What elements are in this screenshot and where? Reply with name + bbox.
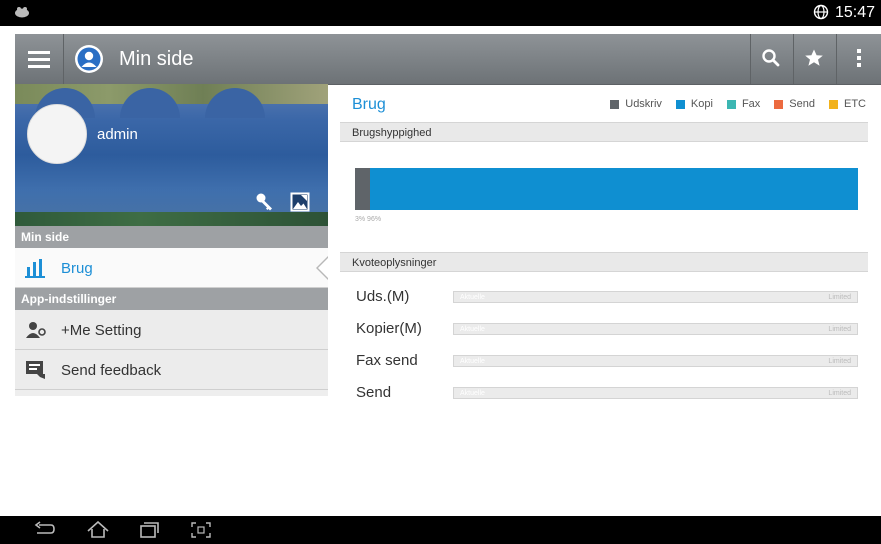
profile-photo[interactable]	[27, 104, 87, 164]
profile-banner: admin	[15, 84, 328, 226]
home-icon[interactable]	[87, 520, 109, 539]
legend-label: ETC	[844, 98, 866, 110]
status-time: 15:47	[834, 4, 875, 21]
legend-swatch	[610, 99, 620, 109]
quota-label: Fax send	[356, 352, 418, 369]
quota-current-label: Aktuelle	[460, 358, 485, 365]
active-indicator	[318, 257, 329, 279]
search-button[interactable]	[750, 34, 791, 84]
quota-row-fax-send: Fax send Aktuelle Limited	[340, 350, 868, 374]
usage-title: Brug	[352, 96, 386, 113]
quota-limit-label: Limited	[828, 294, 851, 301]
quota-bar: Aktuelle Limited	[453, 355, 858, 367]
favorite-button[interactable]	[793, 34, 834, 84]
usage-bar-segment-kopi	[370, 168, 858, 210]
legend-swatch	[675, 99, 685, 109]
quota-bar: Aktuelle Limited	[453, 323, 858, 335]
quota-current-label: Aktuelle	[460, 390, 485, 397]
quota-limit-label: Limited	[828, 326, 851, 333]
star-icon	[805, 49, 823, 66]
quota-label: Uds.(M)	[356, 288, 410, 305]
legend-swatch	[774, 99, 784, 109]
status-bar: 15:47	[0, 0, 881, 26]
quota-row-kopier: Kopier(M) Aktuelle Limited	[340, 318, 868, 342]
sidebar-item-label: Send feedback	[61, 362, 162, 379]
legend-label: Udskriv	[625, 98, 662, 110]
app-bar: Min side	[15, 34, 881, 85]
quota-limit-label: Limited	[828, 390, 851, 397]
bar-chart-icon	[25, 258, 47, 278]
more-vert-icon	[857, 49, 861, 67]
section-header-min-side: Min side	[15, 226, 328, 248]
legend-label: Send	[789, 98, 815, 110]
globe-icon	[813, 4, 829, 25]
sidebar-item-send-feedback[interactable]: Send feedback	[15, 350, 328, 390]
legend-item-kopi: Kopi	[675, 98, 713, 110]
usage-bar-segment-udskriv	[355, 168, 371, 210]
quota-limit-label: Limited	[828, 358, 851, 365]
usage-bar-caption: 3% 96%	[355, 216, 382, 223]
quota-bar: Aktuelle Limited	[453, 291, 858, 303]
feedback-icon	[25, 360, 47, 380]
quota-current-label: Aktuelle	[460, 326, 485, 333]
banner-ground	[15, 212, 328, 226]
legend-label: Fax	[741, 98, 761, 110]
menu-icon	[28, 51, 50, 68]
back-icon[interactable]	[34, 521, 56, 539]
profile-username: admin	[97, 126, 138, 143]
legend-swatch	[726, 99, 736, 109]
quota-header: Kvoteoplysninger	[340, 252, 868, 272]
search-icon	[762, 49, 780, 67]
page-title: Min side	[119, 48, 194, 70]
quota-label: Kopier(M)	[356, 320, 422, 337]
quota-bar: Aktuelle Limited	[453, 387, 858, 399]
recent-apps-icon[interactable]	[138, 521, 160, 539]
legend-item-fax: Fax	[726, 98, 761, 110]
frequency-header: Brugshyppighed	[340, 122, 868, 142]
quota-row-send: Send Aktuelle Limited	[340, 382, 868, 406]
quota-row-uds: Uds.(M) Aktuelle Limited	[340, 286, 868, 310]
quota-current-label: Aktuelle	[460, 294, 485, 301]
key-icon[interactable]	[255, 191, 277, 213]
legend-swatch	[829, 99, 838, 109]
menu-button[interactable]	[15, 34, 64, 84]
legend-item-etc: ETC	[829, 98, 866, 110]
usage-stacked-bar	[355, 168, 858, 210]
chart-legend: Udskriv Kopi Fax Send ETC	[610, 98, 866, 110]
legend-item-send: Send	[774, 98, 815, 110]
section-header-app-settings: App-indstillinger	[15, 288, 328, 310]
app-notification-icon	[14, 5, 30, 23]
user-avatar-icon[interactable]	[74, 44, 104, 74]
sidebar-item-label: Brug	[61, 260, 93, 277]
sidebar-item-brug[interactable]: Brug	[15, 248, 329, 288]
sidebar-item-label: +Me Setting	[61, 322, 142, 339]
sidebar-item-me-setting[interactable]: +Me Setting	[15, 310, 328, 350]
system-nav-bar	[0, 516, 881, 544]
sidebar: admin Min side Brug App-indstillinger +M…	[15, 84, 329, 396]
more-options-button[interactable]	[836, 34, 881, 84]
legend-label: Kopi	[690, 98, 713, 110]
quota-label: Send	[356, 384, 392, 401]
edit-image-icon[interactable]	[289, 191, 311, 213]
legend-item-udskriv: Udskriv	[610, 98, 662, 110]
screenshot-icon[interactable]	[190, 521, 212, 539]
usage-panel: Brug Udskriv Kopi Fax Send ETC Brugshypp…	[340, 92, 868, 412]
user-settings-icon	[25, 320, 47, 340]
